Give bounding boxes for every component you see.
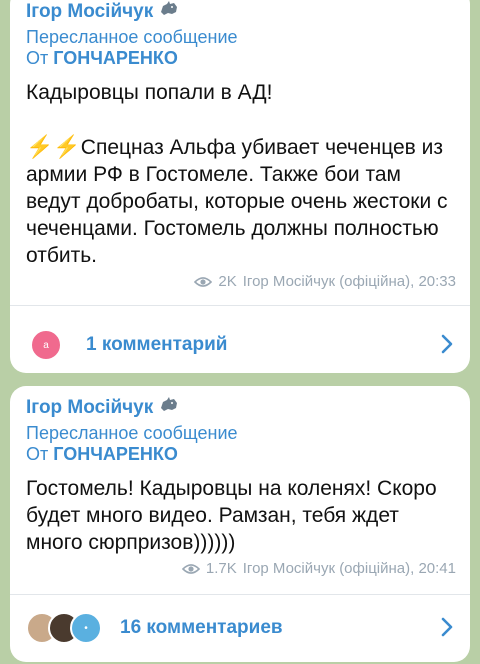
comments-count-label[interactable]: 1 комментарий [86, 334, 227, 356]
eye-icon [181, 563, 200, 574]
chevron-right-icon [441, 617, 453, 637]
eye-icon [194, 276, 213, 287]
message-paragraph: Гостомель! Кадыровцы на коленях! Скоро б… [26, 477, 437, 554]
comments-button-1[interactable]: a 1 комментарий [10, 317, 470, 373]
lightning-icon: ⚡⚡ [26, 134, 81, 159]
message-paragraph: Кадыровцы попали в АД! [26, 81, 273, 104]
chevron-right-icon [441, 334, 453, 354]
forwarded-label: Пересланное сообщение [26, 423, 238, 443]
message-text-2: Гостомель! Кадыровцы на коленях! Скоро б… [26, 475, 456, 556]
message-bubble-1[interactable]: Ігор Мосійчук Пересланное сообщение От Г… [10, 0, 470, 373]
comments-button-2[interactable]: • 16 комментариев [10, 600, 470, 656]
forwarded-source[interactable]: ГОНЧАРЕНКО [53, 444, 178, 464]
divider [10, 305, 470, 306]
message-paragraph: ⚡⚡Спецназ Альфа убивает чеченцев из арми… [26, 133, 456, 269]
views-count: 2K [218, 273, 237, 290]
author-name-1[interactable]: Ігор Мосійчук [26, 0, 456, 23]
message-text-1: Кадыровцы попали в АД! ⚡⚡Спецназ Альфа у… [26, 79, 456, 269]
views-count: 1.7K [205, 560, 237, 577]
message-meta-1: 2K Ігор Мосійчук (офіційна), 20:33 [26, 273, 456, 290]
forwarded-from[interactable]: От ГОНЧАРЕНКО [26, 48, 456, 69]
forwarded-label: Пересланное сообщение [26, 27, 238, 47]
divider [10, 594, 470, 595]
forwarded-source[interactable]: ГОНЧАРЕНКО [53, 48, 178, 68]
author-label[interactable]: Ігор Мосійчук [26, 397, 153, 419]
comment-avatars: • [26, 612, 102, 644]
author-label[interactable]: Ігор Мосійчук [26, 1, 153, 23]
post-signature: Ігор Мосійчук (офіційна), 20:33 [242, 273, 456, 290]
comments-count-label[interactable]: 16 комментариев [120, 617, 283, 639]
rhino-icon [159, 396, 179, 419]
forwarded-prefix: От [26, 444, 49, 464]
forwarded-prefix: От [26, 48, 49, 68]
message-meta-2: 1.7K Ігор Мосійчук (офіційна), 20:41 [26, 560, 456, 577]
rhino-icon [159, 0, 179, 23]
pink-avatar: a [30, 329, 62, 361]
blue-avatar: • [70, 612, 102, 644]
post-signature: Ігор Мосійчук (офіційна), 20:41 [242, 560, 456, 577]
message-paragraph-text: Спецназ Альфа убивает чеченцев из армии … [26, 136, 448, 267]
message-bubble-2[interactable]: Ігор Мосійчук Пересланное сообщение От Г… [10, 386, 470, 662]
forwarded-from[interactable]: От ГОНЧАРЕНКО [26, 444, 456, 465]
author-name-2[interactable]: Ігор Мосійчук [26, 396, 456, 419]
